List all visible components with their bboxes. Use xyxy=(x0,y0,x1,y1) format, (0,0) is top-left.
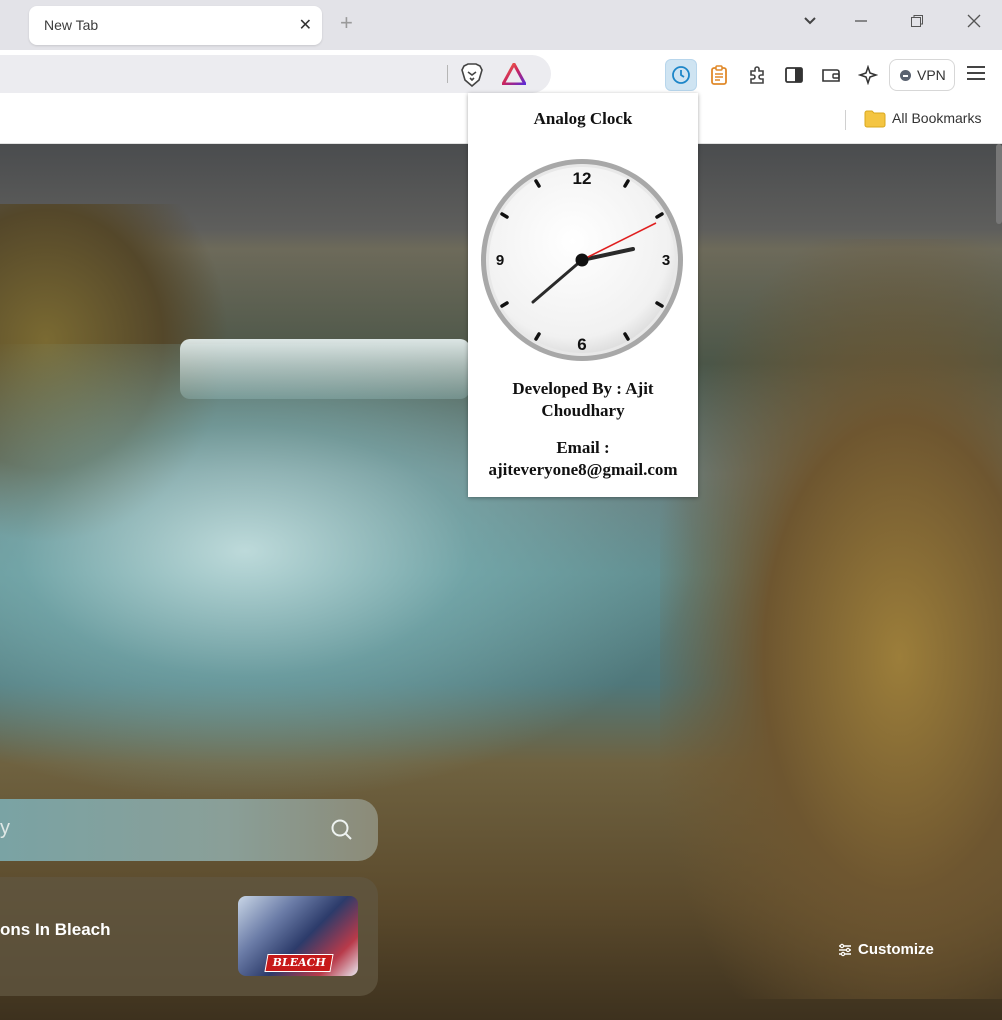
clock-number-3: 3 xyxy=(662,252,670,269)
email-label: Email : xyxy=(556,438,610,457)
tab-strip: New Tab ✕ + xyxy=(0,0,1002,50)
restore-button[interactable] xyxy=(909,12,925,36)
bleach-logo: BLEACH xyxy=(264,954,334,972)
tab-title: New Tab xyxy=(44,17,99,33)
search-input[interactable]: y xyxy=(0,817,10,840)
background-waterfall xyxy=(180,339,470,399)
sliders-icon xyxy=(839,943,851,956)
customize-button[interactable]: Customize xyxy=(838,941,934,958)
close-window-button[interactable] xyxy=(966,12,982,36)
address-bar[interactable] xyxy=(0,55,551,93)
minimize-button[interactable] xyxy=(853,12,869,36)
news-card-thumbnail[interactable]: BLEACH xyxy=(238,896,358,976)
hamburger-menu-icon[interactable] xyxy=(965,62,987,88)
leo-ai-icon[interactable] xyxy=(852,59,884,91)
bookmarks-divider xyxy=(845,110,846,130)
clock-number-12: 12 xyxy=(573,169,592,188)
popup-title: Analog Clock xyxy=(533,109,633,128)
analog-clock: 12 3 6 9 xyxy=(481,159,683,361)
brave-shields-icon[interactable] xyxy=(461,63,483,88)
clock-number-6: 6 xyxy=(577,335,586,354)
brave-rewards-icon[interactable] xyxy=(501,62,527,86)
clock-number-9: 9 xyxy=(496,252,504,269)
sidebar-icon[interactable] xyxy=(778,59,810,91)
all-bookmarks-link[interactable]: All Bookmarks xyxy=(892,110,981,126)
vpn-button[interactable]: VPN xyxy=(889,59,955,91)
tab-search-chevron-icon[interactable] xyxy=(802,12,818,36)
address-bar-divider xyxy=(447,65,448,83)
clock-extension-icon[interactable] xyxy=(665,59,697,91)
tab-close-icon[interactable]: ✕ xyxy=(299,15,312,35)
vpn-label: VPN xyxy=(917,67,946,83)
background-hill-right xyxy=(660,239,1002,999)
customize-label: Customize xyxy=(858,941,934,958)
notes-extension-icon[interactable] xyxy=(703,59,735,91)
vpn-status-icon xyxy=(900,70,911,81)
folder-icon[interactable] xyxy=(864,110,886,133)
search-box[interactable]: y xyxy=(0,799,378,861)
toolbar: VPN xyxy=(0,50,1002,98)
new-tab-button[interactable]: + xyxy=(340,11,353,35)
news-card[interactable]: ons In Bleach BLEACH xyxy=(0,877,378,996)
page-scrollbar[interactable] xyxy=(996,144,1002,224)
tab-new-tab[interactable]: New Tab ✕ xyxy=(29,6,322,45)
developer-credit: Developed By : Ajit Choudhary xyxy=(512,379,654,420)
wallet-icon[interactable] xyxy=(815,59,847,91)
analog-clock-popup: Analog Clock 12 3 6 9 Developed By: Aji… xyxy=(468,93,698,497)
search-icon[interactable] xyxy=(330,818,354,847)
extensions-puzzle-icon[interactable] xyxy=(741,59,773,91)
developer-email: ajiteveryone8@gmail.com xyxy=(488,460,678,479)
clock-center-pin xyxy=(575,253,589,267)
news-card-title[interactable]: ons In Bleach xyxy=(0,920,111,940)
